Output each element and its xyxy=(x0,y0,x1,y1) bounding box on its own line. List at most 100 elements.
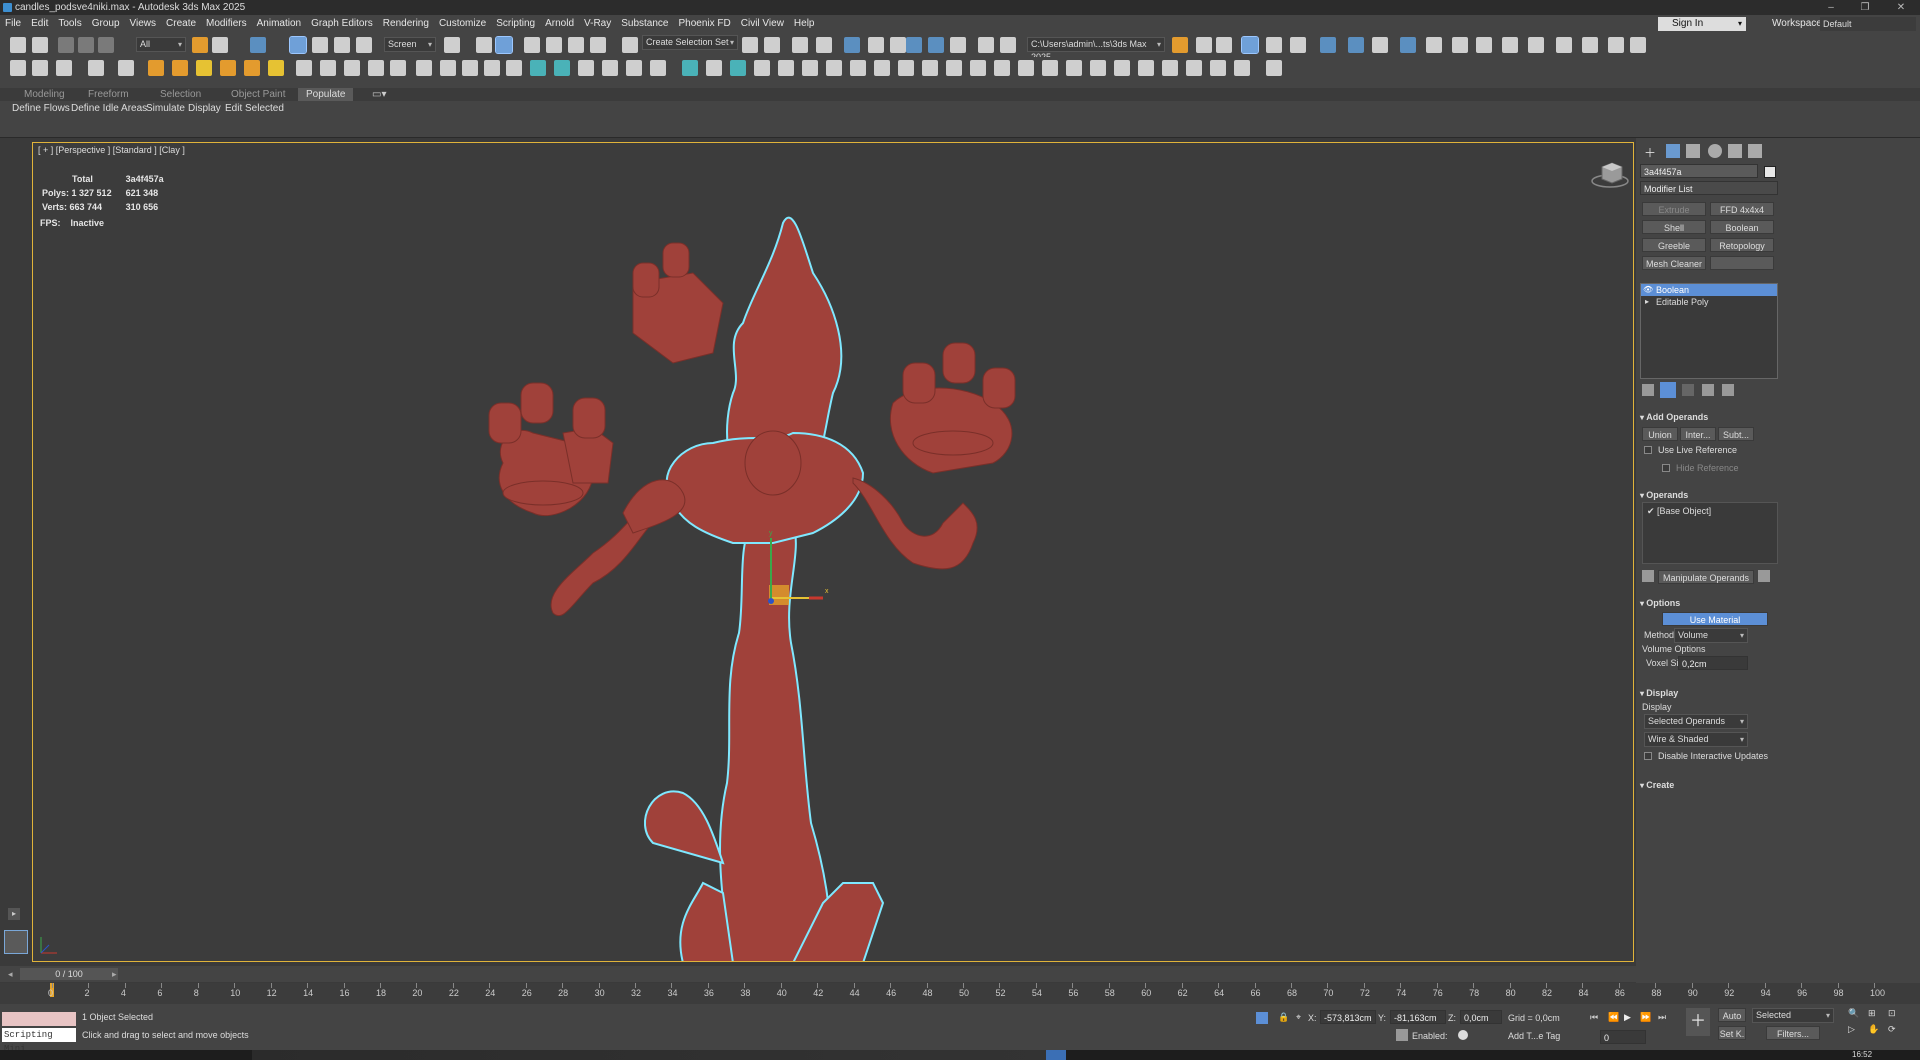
arnold-material-icon[interactable] xyxy=(1400,37,1416,53)
menu-rendering[interactable]: Rendering xyxy=(378,15,434,33)
empty-modifier-button[interactable] xyxy=(1710,256,1774,270)
minimize-button[interactable]: – xyxy=(1816,0,1846,15)
time-slider-thumb[interactable]: 0 / 100 xyxy=(20,968,118,980)
angle-snap-icon[interactable] xyxy=(546,37,562,53)
menu-arnold[interactable]: Arnold xyxy=(540,15,579,33)
redo-icon[interactable] xyxy=(32,37,48,53)
simulate-button[interactable]: Simulate xyxy=(146,103,185,114)
named-selection-set-dropdown[interactable]: Create Selection Set xyxy=(642,35,738,50)
base-object-item[interactable]: ✔ [Base Object] xyxy=(1647,506,1711,517)
current-frame-field[interactable]: 0 xyxy=(1600,1030,1646,1044)
manipulate-operands-button[interactable]: Manipulate Operands xyxy=(1658,570,1754,584)
delete-operand-icon[interactable] xyxy=(1758,570,1770,582)
vray-dome-icon[interactable] xyxy=(1476,37,1492,53)
select-move-icon[interactable] xyxy=(289,36,307,54)
select-object-icon[interactable] xyxy=(192,37,208,53)
menu-edit[interactable]: Edit xyxy=(26,15,53,33)
keyboard-shortcut-override-icon[interactable] xyxy=(495,36,513,54)
menu-animation[interactable]: Animation xyxy=(252,15,306,33)
menu-vray[interactable]: V-Ray xyxy=(579,15,616,33)
render-production-icon[interactable] xyxy=(978,37,994,53)
ribbon-tab-object-paint[interactable]: Object Paint xyxy=(231,88,285,101)
greeble-button[interactable]: Greeble xyxy=(1642,238,1706,252)
time-slider-prev-icon[interactable]: ◂ xyxy=(8,969,18,979)
use-live-reference-checkbox[interactable] xyxy=(1644,446,1652,454)
prev-frame-icon[interactable]: ⏪ xyxy=(1608,1012,1619,1023)
voxel-size-spinner[interactable]: 0,2cm xyxy=(1678,656,1748,670)
vray-interactive-icon[interactable] xyxy=(1290,37,1306,53)
vray-sun-icon[interactable] xyxy=(1556,37,1572,53)
reference-coordinate-dropdown[interactable]: Screen xyxy=(384,37,436,52)
time-slider[interactable]: ◂ 0 / 100 ▸ xyxy=(0,966,1920,982)
extrude-button[interactable]: Extrude xyxy=(1642,202,1706,216)
lock-selection-icon[interactable]: 🔒 xyxy=(1278,1012,1289,1023)
hierarchy-tab-icon[interactable] xyxy=(1686,144,1700,158)
edit-named-selection-icon[interactable] xyxy=(622,37,638,53)
display-rollout[interactable]: Display xyxy=(1640,688,1678,698)
configure-modifier-sets-icon[interactable] xyxy=(1722,384,1734,396)
more-tools-icon[interactable] xyxy=(1216,37,1232,53)
modify-tab-icon[interactable] xyxy=(1666,144,1680,158)
close-button[interactable]: ✕ xyxy=(1886,0,1916,15)
align-icon[interactable] xyxy=(764,37,780,53)
method-dropdown[interactable]: Volume xyxy=(1674,628,1748,643)
menu-modifiers[interactable]: Modifiers xyxy=(201,15,252,33)
taskbar-apps[interactable] xyxy=(252,1050,1052,1060)
vray-light-icon[interactable] xyxy=(1452,37,1468,53)
vray-lister-icon[interactable] xyxy=(1630,37,1646,53)
scene-explorer-icon[interactable] xyxy=(792,37,808,53)
arnold-ipr-icon[interactable] xyxy=(1348,37,1364,53)
candelabra-model[interactable]: x y xyxy=(33,143,1634,962)
vray-frame-buffer-icon[interactable] xyxy=(1241,36,1259,54)
enabled-toggle[interactable] xyxy=(1458,1030,1468,1040)
object-color-swatch[interactable] xyxy=(1764,166,1776,178)
track-bar[interactable]: 0 2 4 6 8 10 12 14 16 18 20 22 24 26 28 30 32 34 36 38 40 42 4… xyxy=(0,983,1920,1004)
menu-customize[interactable]: Customize xyxy=(434,15,491,33)
vray-toolbar-18-icon[interactable] xyxy=(1114,60,1130,76)
expand-viewport-layout-icon[interactable]: ▸ xyxy=(8,908,20,920)
boolean-button[interactable]: Boolean xyxy=(1710,220,1774,234)
vray-toolbar-22-icon[interactable] xyxy=(1210,60,1226,76)
menu-views[interactable]: Views xyxy=(125,15,162,33)
select-manipulate-icon[interactable] xyxy=(476,37,492,53)
isolate-selection-icon[interactable] xyxy=(1256,1012,1268,1024)
add-operands-rollout[interactable]: Add Operands xyxy=(1640,412,1708,422)
edit-selected-button[interactable]: Edit Selected xyxy=(225,103,284,114)
shell-button[interactable]: Shell xyxy=(1642,220,1706,234)
unlink-icon[interactable] xyxy=(78,37,94,53)
menu-scripting[interactable]: Scripting xyxy=(491,15,540,33)
vray-decal-icon[interactable] xyxy=(1528,37,1544,53)
add-time-tag-button[interactable]: Add T...e Tag xyxy=(1508,1031,1560,1041)
vray-proxy-icon[interactable] xyxy=(1426,37,1442,53)
z-coordinate-field[interactable]: 0,0cm xyxy=(1460,1010,1502,1024)
selection-filter-dropdown[interactable]: All xyxy=(136,37,186,52)
time-slider-next-icon[interactable]: ▸ xyxy=(112,969,122,979)
vray-render-icon[interactable] xyxy=(1266,37,1282,53)
project-path-dropdown[interactable]: C:\Users\admin\...ts\3ds Max 2025 xyxy=(1027,37,1165,62)
motion-tab-icon[interactable] xyxy=(1708,144,1722,158)
help-icon[interactable] xyxy=(1266,60,1282,76)
use-material-button[interactable]: Use Material xyxy=(1662,612,1768,626)
filters-button[interactable]: Filters... xyxy=(1766,1026,1820,1040)
create-tab-icon[interactable]: ＋ xyxy=(1644,144,1658,160)
link-icon[interactable] xyxy=(58,37,74,53)
create-rollout[interactable]: Create xyxy=(1640,780,1674,790)
hide-reference-checkbox[interactable] xyxy=(1662,464,1670,472)
vray-scene-icon[interactable] xyxy=(1608,37,1624,53)
taskbar-3dsmax-icon[interactable] xyxy=(1046,1050,1066,1060)
operand-folder-icon[interactable] xyxy=(1642,570,1654,582)
select-by-name-icon[interactable] xyxy=(212,37,228,53)
viewport-navigation-controls[interactable]: 🔍 ⊞ ⊡ ▷ ✋ ⟳ xyxy=(1848,1008,1920,1042)
utilities-tab-icon[interactable] xyxy=(1748,144,1762,158)
vray-fur-icon[interactable] xyxy=(1502,37,1518,53)
ribbon-tab-freeform[interactable]: Freeform xyxy=(88,88,129,101)
layer-explorer-icon[interactable] xyxy=(816,37,832,53)
intersect-button[interactable]: Inter... xyxy=(1680,427,1716,441)
vray-toolbar-21-icon[interactable] xyxy=(1186,60,1202,76)
vray-toolbar-20-icon[interactable] xyxy=(1162,60,1178,76)
mirror-icon[interactable] xyxy=(742,37,758,53)
ribbon-options-icon[interactable]: ▭▾ xyxy=(372,88,386,101)
display-mode-dropdown[interactable]: Selected Operands xyxy=(1644,714,1748,729)
render-setup-icon[interactable] xyxy=(928,37,944,53)
viewport-layout-tab-icon[interactable] xyxy=(4,930,28,954)
